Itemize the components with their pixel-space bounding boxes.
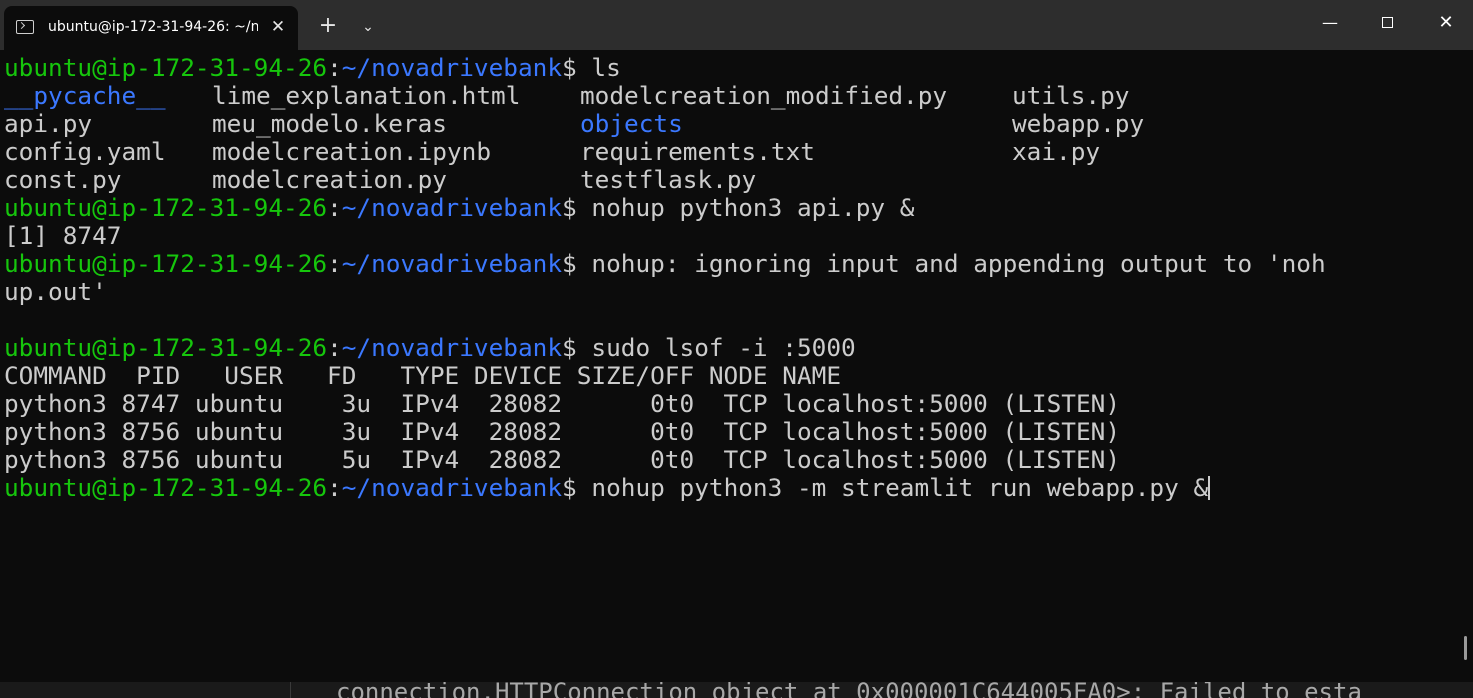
terminal-line: ubuntu@ip-172-31-94-26:~/novadrivebank$ … bbox=[4, 474, 1464, 502]
prompt-user: ubuntu@ip-172-31-94-26 bbox=[4, 473, 328, 502]
chevron-down-icon[interactable]: ⌄ bbox=[356, 15, 380, 39]
command-text: ls bbox=[591, 53, 621, 82]
prompt-path: ~/novadrivebank bbox=[341, 193, 563, 222]
prompt-path: ~/novadrivebank bbox=[341, 53, 563, 82]
terminal-line: ubuntu@ip-172-31-94-26:~/novadrivebank$ … bbox=[4, 194, 1464, 222]
maximize-button[interactable] bbox=[1368, 8, 1408, 38]
prompt-end: $ bbox=[562, 249, 592, 278]
ls-entry: config.yaml bbox=[4, 137, 166, 166]
lsof-row: python3 8756 ubuntu 5u IPv4 28082 0t0 TC… bbox=[4, 445, 1121, 474]
divider bbox=[290, 682, 291, 698]
terminal-tab[interactable]: ubuntu@ip-172-31-94-26: ~/n ✕ bbox=[4, 6, 298, 50]
terminal-output[interactable]: ubuntu@ip-172-31-94-26:~/novadrivebank$ … bbox=[4, 54, 1464, 674]
ls-entry: meu_modelo.keras bbox=[212, 109, 447, 138]
ls-entry: webapp.py bbox=[1012, 109, 1145, 138]
tab-close-icon[interactable]: ✕ bbox=[266, 15, 290, 39]
prompt-path: ~/novadrivebank bbox=[341, 333, 563, 362]
ls-row: api.py meu_modelo.keras objects webapp.py bbox=[4, 110, 1464, 138]
command-input[interactable]: nohup python3 -m streamlit run webapp.py… bbox=[591, 473, 1208, 502]
prompt-separator: : bbox=[327, 53, 342, 82]
prompt-user: ubuntu@ip-172-31-94-26 bbox=[4, 193, 328, 222]
terminal-icon bbox=[16, 20, 34, 34]
background-text: connection.HTTPConnection object at 0x00… bbox=[336, 682, 1362, 698]
ls-entry: requirements.txt bbox=[580, 137, 815, 166]
lsof-row: python3 8747 ubuntu 3u IPv4 28082 0t0 TC… bbox=[4, 389, 1121, 418]
prompt-end: $ bbox=[562, 473, 592, 502]
ls-row: __pycache__ lime_explanation.html modelcre… bbox=[4, 82, 1464, 110]
tab-title: ubuntu@ip-172-31-94-26: ~/n bbox=[48, 19, 258, 35]
nohup-message-continued: up.out' bbox=[4, 277, 107, 306]
new-tab-button[interactable]: + bbox=[316, 14, 340, 38]
prompt-end: $ bbox=[562, 193, 592, 222]
ls-row: config.yaml modelcreation.ipynb requiremen… bbox=[4, 138, 1464, 166]
close-window-button[interactable]: ✕ bbox=[1426, 8, 1466, 38]
prompt-user: ubuntu@ip-172-31-94-26 bbox=[4, 249, 328, 278]
ls-entry: const.py bbox=[4, 165, 122, 194]
lsof-row: python3 8756 ubuntu 3u IPv4 28082 0t0 TC… bbox=[4, 417, 1121, 446]
ls-entry-dir: __pycache__ bbox=[4, 81, 166, 110]
text-cursor bbox=[1208, 476, 1211, 500]
ls-entry: modelcreation.py bbox=[212, 165, 447, 194]
ls-entry: api.py bbox=[4, 109, 93, 138]
command-text: nohup python3 api.py & bbox=[591, 193, 915, 222]
terminal-line: ubuntu@ip-172-31-94-26:~/novadrivebank$ … bbox=[4, 334, 1464, 362]
command-text: sudo lsof -i :5000 bbox=[591, 333, 856, 362]
prompt-path: ~/novadrivebank bbox=[341, 249, 563, 278]
ls-entry: modelcreation_modified.py bbox=[580, 81, 948, 110]
prompt-end: $ bbox=[562, 53, 592, 82]
prompt-end: $ bbox=[562, 333, 592, 362]
ls-entry-dir: objects bbox=[580, 109, 683, 138]
prompt-separator: : bbox=[327, 249, 342, 278]
prompt-separator: : bbox=[327, 473, 342, 502]
maximize-icon bbox=[1382, 17, 1393, 28]
prompt-path: ~/novadrivebank bbox=[341, 473, 563, 502]
ls-row: const.py modelcreation.py testflask.py bbox=[4, 166, 1464, 194]
prompt-user: ubuntu@ip-172-31-94-26 bbox=[4, 333, 328, 362]
lsof-header: COMMAND PID USER FD TYPE DEVICE SIZE/OFF… bbox=[4, 361, 842, 390]
job-line: [1] 8747 bbox=[4, 221, 122, 250]
prompt-user: ubuntu@ip-172-31-94-26 bbox=[4, 53, 328, 82]
ls-entry: xai.py bbox=[1012, 137, 1101, 166]
prompt-separator: : bbox=[327, 333, 342, 362]
ls-entry: lime_explanation.html bbox=[212, 81, 521, 110]
prompt-separator: : bbox=[327, 193, 342, 222]
minimize-button[interactable]: — bbox=[1310, 8, 1350, 38]
terminal-line: ubuntu@ip-172-31-94-26:~/novadrivebank$ … bbox=[4, 54, 1464, 82]
background-window: connection.HTTPConnection object at 0x00… bbox=[0, 682, 1473, 698]
terminal-line: ubuntu@ip-172-31-94-26:~/novadrivebank$ … bbox=[4, 250, 1464, 278]
title-bar: ubuntu@ip-172-31-94-26: ~/n ✕ + ⌄ — ✕ bbox=[0, 0, 1473, 50]
scrollbar[interactable] bbox=[1464, 636, 1467, 660]
ls-entry: utils.py bbox=[1012, 81, 1130, 110]
nohup-message: nohup: ignoring input and appending outp… bbox=[591, 249, 1326, 278]
ls-entry: testflask.py bbox=[580, 165, 757, 194]
ls-entry: modelcreation.ipynb bbox=[212, 137, 492, 166]
